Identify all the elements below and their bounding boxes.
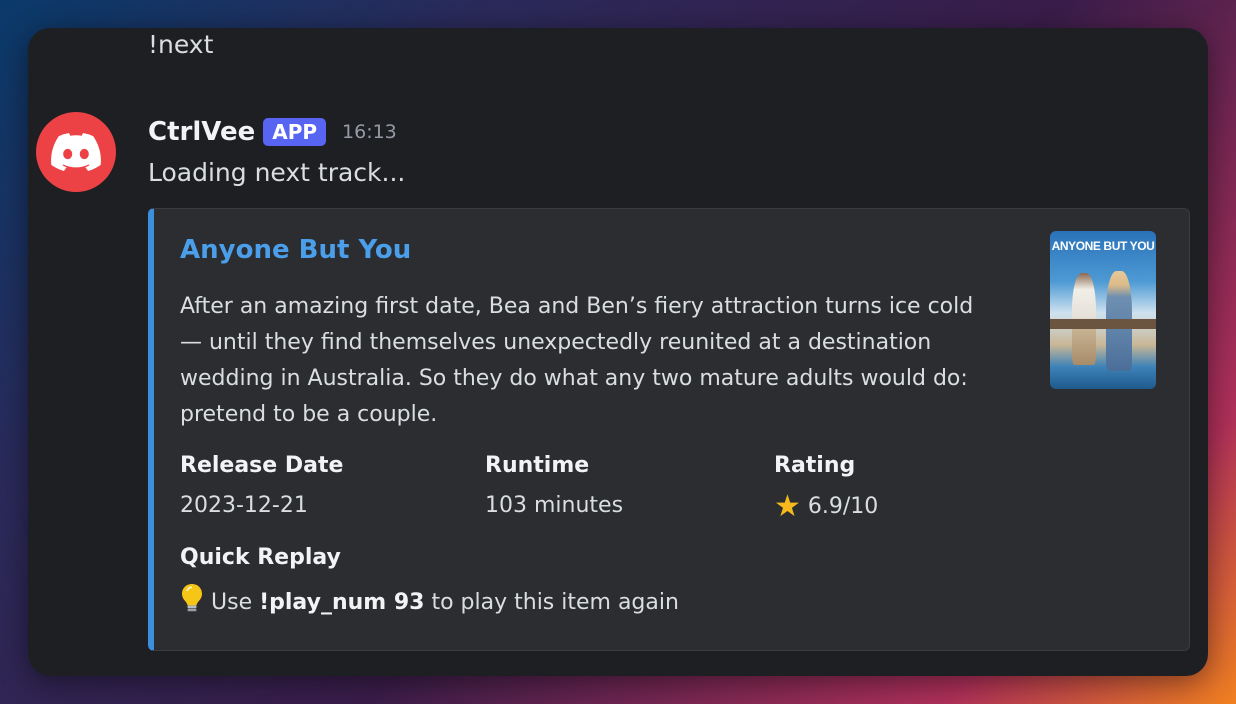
field-rating-value: ★ 6.9/10 — [774, 489, 878, 524]
timestamp[interactable]: 16:13 — [342, 121, 397, 143]
embed-description: After an amazing first date, Bea and Ben… — [180, 294, 974, 427]
app-badge: APP — [263, 118, 327, 146]
discord-logo-icon — [51, 133, 101, 171]
embed-title[interactable]: Anyone But You — [180, 235, 411, 265]
discord-window: !next CtrlVee APP 16:13 Loading next tra… — [28, 28, 1208, 676]
lightbulb-icon — [182, 584, 202, 612]
field-quick-replay-name: Quick Replay — [180, 545, 341, 570]
avatar[interactable] — [36, 112, 116, 192]
message-content: Loading next track... — [148, 158, 406, 187]
star-icon: ★ — [774, 489, 801, 524]
thumbnail-title: ANYONE BUT YOU — [1051, 239, 1155, 253]
thumbnail-pier — [1050, 319, 1156, 329]
quick-replay-command: !play_num 93 — [259, 590, 425, 615]
field-runtime-name: Runtime — [485, 453, 590, 478]
previous-message: !next — [148, 30, 214, 59]
rating-text: 6.9/10 — [807, 494, 879, 519]
field-runtime-value: 103 minutes — [485, 493, 624, 518]
movie-thumbnail[interactable]: ANYONE BUT YOU — [1050, 231, 1156, 389]
field-rating-name: Rating — [774, 453, 856, 478]
field-release-date-name: Release Date — [180, 453, 344, 478]
message-header: CtrlVee APP 16:13 — [148, 112, 397, 152]
quick-replay-prefix: Use — [211, 590, 253, 615]
username[interactable]: CtrlVee — [148, 117, 255, 147]
embed: Anyone But You After an amazing first da… — [148, 208, 1190, 651]
field-release-date-value: 2023-12-21 — [180, 493, 308, 518]
quick-replay-suffix: to play this item again — [431, 590, 679, 615]
field-quick-replay-value: Use !play_num 93 to play this item again — [180, 583, 679, 615]
